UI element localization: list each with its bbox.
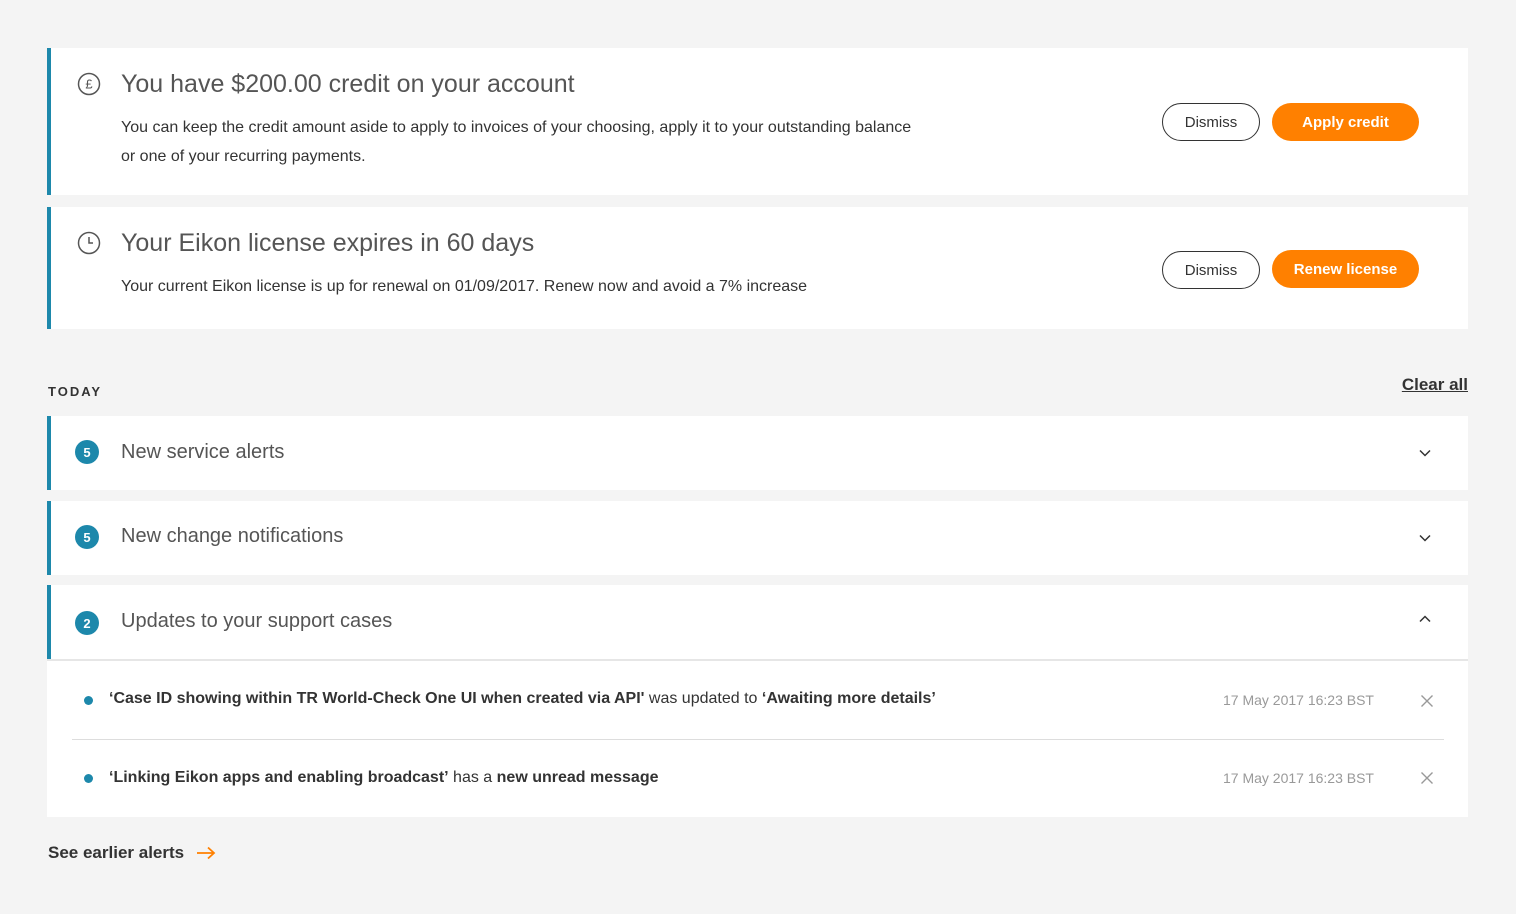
list-item: ‘Case ID showing within TR World-Check O… [72, 661, 1444, 739]
unread-dot [84, 696, 93, 705]
pound-icon: £ [77, 72, 101, 96]
see-earlier-label: See earlier alerts [48, 843, 185, 862]
close-icon[interactable] [1420, 771, 1434, 785]
clear-all-link[interactable]: Clear all [1402, 375, 1468, 395]
svg-text:£: £ [85, 77, 93, 92]
group-change-notifications[interactable]: 5 New change notifications [47, 501, 1468, 575]
arrow-right-icon [197, 846, 216, 860]
apply-credit-button[interactable]: Apply credit [1272, 103, 1419, 141]
banner-body: You can keep the credit amount aside to … [121, 119, 912, 165]
group-title: New service alerts [121, 441, 285, 463]
chevron-down-icon[interactable] [1418, 531, 1432, 545]
update-text: ‘Case ID showing within TR World-Check O… [109, 690, 936, 708]
unread-dot [84, 774, 93, 783]
banner-title: Your Eikon license expires in 60 days [121, 229, 535, 257]
chevron-down-icon[interactable] [1418, 446, 1432, 460]
credit-banner: £ You have $200.00 credit on your accoun… [47, 48, 1468, 195]
see-earlier-alerts-link[interactable]: See earlier alerts [48, 843, 216, 863]
clock-icon [77, 231, 101, 255]
group-title: Updates to your support cases [121, 610, 393, 632]
update-connector: was updated to [644, 690, 762, 707]
banner-body: Your current Eikon license is up for ren… [121, 278, 808, 295]
case-status: ‘Awaiting more details’ [761, 690, 936, 707]
dismiss-button[interactable]: Dismiss [1162, 251, 1260, 289]
case-name[interactable]: ‘Linking Eikon apps and enabling broadca… [109, 769, 449, 786]
license-banner: Your Eikon license expires in 60 days Yo… [47, 207, 1468, 329]
support-case-list: ‘Case ID showing within TR World-Check O… [47, 661, 1468, 817]
chevron-up-icon[interactable] [1418, 612, 1432, 626]
count-badge: 5 [75, 525, 99, 549]
section-label: TODAY [48, 384, 103, 399]
count-badge: 2 [75, 611, 99, 635]
case-status: new unread message [496, 769, 659, 786]
banner-title: You have $200.00 credit on your account [121, 70, 575, 98]
update-connector: has a [448, 769, 497, 786]
timestamp: 17 May 2017 16:23 BST [1223, 692, 1374, 708]
case-name[interactable]: ‘Case ID showing within TR World-Check O… [109, 690, 644, 707]
group-service-alerts[interactable]: 5 New service alerts [47, 416, 1468, 490]
group-support-cases[interactable]: 2 Updates to your support cases [47, 585, 1468, 660]
group-title: New change notifications [121, 525, 344, 547]
renew-license-button[interactable]: Renew license [1272, 250, 1419, 288]
dismiss-button[interactable]: Dismiss [1162, 103, 1260, 141]
count-badge: 5 [75, 440, 99, 464]
close-icon[interactable] [1420, 694, 1434, 708]
list-item: ‘Linking Eikon apps and enabling broadca… [72, 740, 1444, 818]
update-text: ‘Linking Eikon apps and enabling broadca… [109, 769, 658, 787]
timestamp: 17 May 2017 16:23 BST [1223, 770, 1374, 786]
